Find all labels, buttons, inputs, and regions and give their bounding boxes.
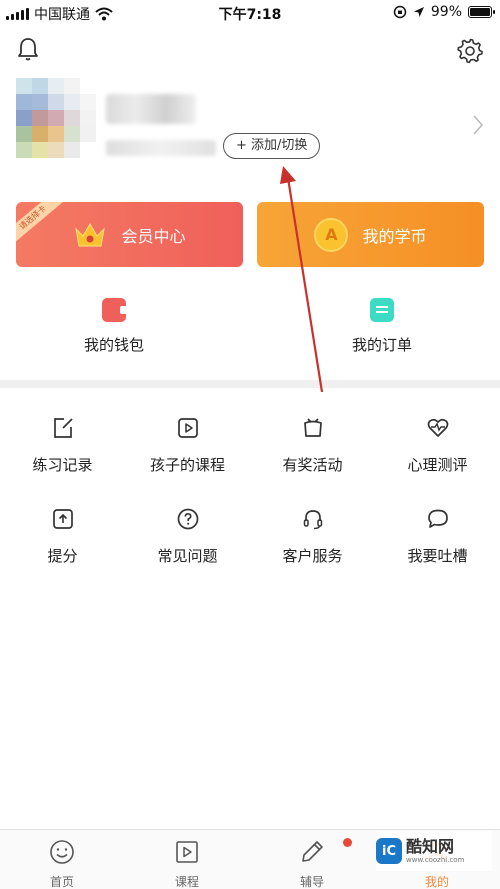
faq-label: 常见问题 <box>157 547 218 565</box>
edit-icon <box>53 418 73 438</box>
faq-item[interactable]: 常见问题 <box>125 507 250 566</box>
tab-home-label: 首页 <box>49 875 74 889</box>
my-orders-button[interactable]: 我的订单 <box>322 298 442 355</box>
prize-activity-label: 有奖活动 <box>282 456 343 474</box>
crown-icon <box>75 222 106 246</box>
tab-courses[interactable]: 课程 <box>137 839 237 889</box>
battery-icon <box>468 6 495 18</box>
tab-tutoring-label: 辅导 <box>299 875 324 889</box>
pencil-icon <box>302 841 323 862</box>
watermark: iC 酷知网 www.coozhi.com <box>376 831 492 871</box>
my-orders-label: 我的订单 <box>351 336 412 354</box>
watermark-text: 酷知网 www.coozhi.com <box>406 836 465 865</box>
avatar <box>16 78 96 158</box>
psych-test-item[interactable]: 心理测评 <box>375 416 500 475</box>
member-ribbon: 请选择卡 <box>16 202 65 246</box>
customer-service-label: 客户服务 <box>282 547 343 565</box>
my-wallet-button[interactable]: 我的钱包 <box>54 298 174 355</box>
add-switch-button[interactable]: + 添加/切换 <box>223 133 321 159</box>
coin-icon: A <box>314 217 349 252</box>
tab-courses-label: 课程 <box>174 875 199 889</box>
practice-record-label: 练习记录 <box>32 456 93 474</box>
section-divider <box>0 380 500 388</box>
feedback-item[interactable]: 我要吐槽 <box>375 507 500 566</box>
tab-home[interactable]: 首页 <box>12 839 112 889</box>
tab-mine-label: 我的 <box>424 875 449 889</box>
battery-percent: 99% <box>430 4 462 20</box>
prize-activity-item[interactable]: 有奖活动 <box>250 416 375 475</box>
orders-icon <box>370 298 394 322</box>
my-wallet-label: 我的钱包 <box>83 336 144 354</box>
status-right: 99% <box>393 4 495 20</box>
play-icon <box>177 418 198 438</box>
location-icon <box>413 7 424 17</box>
practice-record-item[interactable]: 练习记录 <box>0 416 125 475</box>
psych-test-label: 心理测评 <box>407 456 468 474</box>
improve-score-label: 提分 <box>47 547 78 565</box>
watermark-name: 酷知网 <box>406 836 455 856</box>
wallet-icon <box>102 298 128 322</box>
member-center-label: 会员中心 <box>121 226 186 246</box>
tv-gift-icon <box>303 418 322 437</box>
customer-service-item[interactable]: 客户服务 <box>250 507 375 566</box>
video-icon <box>176 841 198 863</box>
watermark-logo: iC <box>376 838 402 864</box>
bell-icon[interactable] <box>13 34 43 64</box>
battery-fill <box>470 8 490 16</box>
rotation-lock-icon <box>393 5 407 19</box>
heartbeat-icon <box>427 418 448 437</box>
my-coins-label: 我的学币 <box>362 226 427 246</box>
notification-dot <box>343 838 352 847</box>
headset-icon <box>303 510 322 530</box>
my-coins-card[interactable]: A 我的学币 <box>257 202 484 267</box>
blurred-name <box>106 94 196 124</box>
chat-icon <box>427 509 448 528</box>
improve-score-item[interactable]: 提分 <box>0 507 125 566</box>
blurred-subtitle <box>106 140 216 156</box>
watermark-url: www.coozhi.com <box>406 855 465 864</box>
smile-icon <box>50 840 74 864</box>
profile-section[interactable]: + 添加/切换 <box>16 78 486 178</box>
question-icon <box>177 508 198 530</box>
gear-icon[interactable] <box>455 36 485 66</box>
feedback-label: 我要吐槽 <box>407 547 468 565</box>
status-bar: 中国联通 下午7:18 99% <box>0 0 500 26</box>
child-courses-item[interactable]: 孩子的课程 <box>125 416 250 475</box>
member-center-card[interactable]: 请选择卡 会员中心 <box>16 202 243 267</box>
child-courses-label: 孩子的课程 <box>149 456 225 474</box>
upload-icon <box>52 509 73 529</box>
chevron-right-icon[interactable] <box>472 114 484 136</box>
